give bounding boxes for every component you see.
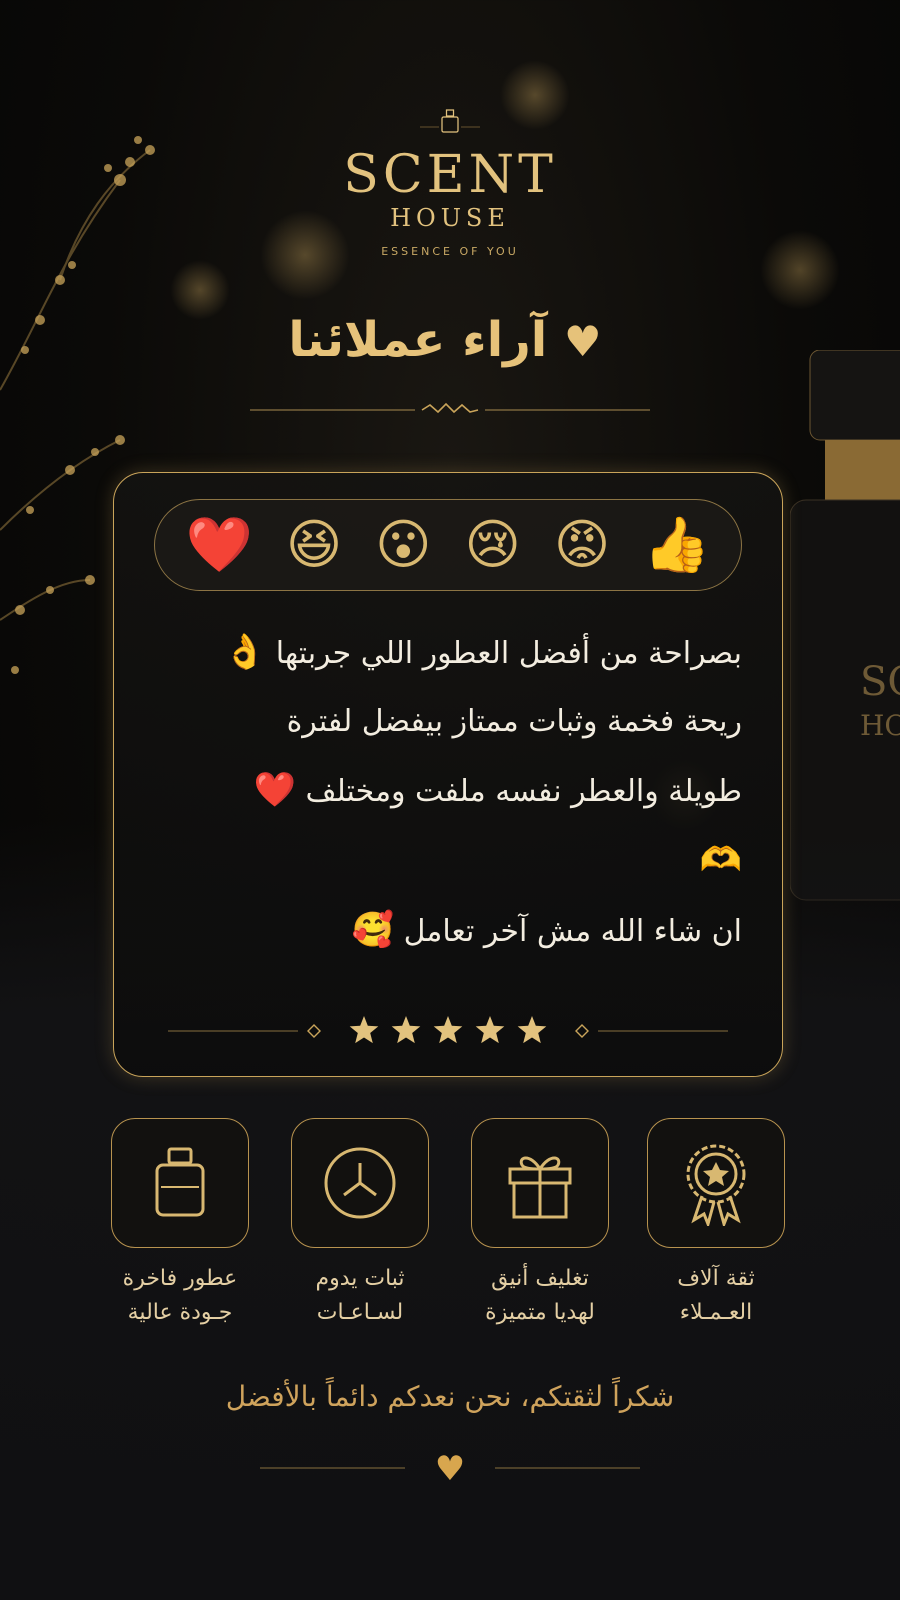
laugh-reaction-icon[interactable]: 😆	[286, 515, 342, 575]
review-line: 🫶	[154, 826, 742, 896]
brand-name: SCENT	[343, 145, 557, 205]
bokeh-light	[170, 260, 230, 320]
perfume-bottle-icon	[420, 109, 480, 133]
feature-luxury-perfumes: عطور فاخرة جـودة عالية	[110, 1118, 250, 1330]
heart-icon: ♥	[563, 317, 602, 366]
heart-icon: ♥	[435, 1450, 465, 1486]
feature-title: عطور فاخرة	[122, 1266, 238, 1291]
heart-hands-icon: 🫶	[699, 840, 742, 880]
brand-subname: HOUSE	[390, 204, 510, 232]
award-badge-icon	[686, 1144, 746, 1226]
star-icon	[433, 1016, 463, 1044]
title-divider	[250, 402, 650, 414]
gift-box-icon	[508, 1156, 572, 1219]
feature-subtitle: جـودة عالية	[127, 1300, 233, 1325]
heart-icon: ❤️	[253, 770, 296, 810]
svg-text:SCENT: SCENT	[860, 659, 900, 705]
star-rating-svg	[168, 1016, 728, 1044]
angry-reaction-icon[interactable]: 😡	[554, 515, 610, 575]
review-line: ريحة فخمة وثبات ممتاز بيفضل لفترة	[154, 688, 742, 756]
svg-text:HOUSE: HOUSE	[860, 709, 900, 742]
feature-long-lasting: ثبات يدوم لسـاعـات	[290, 1118, 430, 1330]
feature-icon-box	[111, 1118, 249, 1248]
feature-customer-trust: ثقة آلاف العـمـلاء	[646, 1118, 786, 1330]
heart-reaction-icon[interactable]: ❤️	[186, 515, 253, 575]
feature-icon-box	[647, 1118, 785, 1248]
feature-title: ثقة آلاف	[677, 1266, 755, 1291]
sad-reaction-icon[interactable]: 😢	[465, 515, 521, 575]
ok-hand-icon: 👌	[223, 632, 267, 672]
smiling-hearts-icon: 🥰	[351, 910, 395, 950]
feature-icon-box	[471, 1118, 609, 1248]
footer-divider: ♥	[260, 1450, 640, 1486]
star-icon	[391, 1016, 421, 1044]
feature-subtitle: لهديا متميزة	[485, 1300, 595, 1325]
review-line-text: بصراحة من أفضل العطور اللي جربتها	[275, 636, 742, 671]
thumbs-up-reaction-icon[interactable]: 👍	[643, 515, 710, 575]
feature-title: تغليف أنيق	[491, 1266, 589, 1291]
brand-logo: SCENT HOUSE ESSENCE OF YOU	[0, 95, 900, 258]
brand-tagline: ESSENCE OF YOU	[381, 245, 519, 258]
star-rating	[114, 1011, 782, 1051]
feature-subtitle: العـمـلاء	[679, 1300, 753, 1325]
review-line: طويلة والعطر نفسه ملفت ومختلف ❤️	[154, 756, 742, 826]
review-line-text: ان شاء الله مش آخر تعامل	[403, 914, 742, 949]
wow-reaction-icon[interactable]: 😮	[375, 515, 431, 575]
review-text: بصراحة من أفضل العطور اللي جربتها 👌 ريحة…	[154, 618, 742, 966]
features-row: عطور فاخرة جـودة عالية ثبات يدوم لسـاعـا…	[110, 1118, 786, 1348]
review-card: ❤️ 😆 😮 😢 😡 👍 بصراحة من أفضل العطور اللي …	[113, 472, 783, 1077]
review-line-text: طويلة والعطر نفسه ملفت ومختلف	[305, 774, 742, 809]
diamond-ornament-icon	[575, 1024, 589, 1038]
page-title-text: آراء عملائنا	[288, 312, 548, 368]
perfume-bottle-icon	[155, 1147, 205, 1217]
diamond-ornament-icon	[307, 1024, 321, 1038]
reaction-bar: ❤️ 😆 😮 😢 😡 👍	[154, 499, 742, 591]
page-title: آراء عملائنا ♥	[288, 312, 611, 368]
page-title-row: آراء عملائنا ♥	[0, 312, 900, 368]
clock-icon	[324, 1147, 396, 1219]
star-icon	[517, 1016, 547, 1044]
star-icon	[475, 1016, 505, 1044]
review-line: ان شاء الله مش آخر تعامل 🥰	[154, 896, 742, 966]
star-icon	[349, 1016, 379, 1044]
review-line-text: ريحة فخمة وثبات ممتاز بيفضل لفترة	[286, 704, 742, 739]
thank-you-message: شكراً لثقتكم، نحن نعدكم دائماً بالأفضل	[225, 1380, 675, 1413]
feature-elegant-packaging: تغليف أنيق لهديا متميزة	[470, 1118, 610, 1330]
feature-subtitle: لسـاعـات	[316, 1300, 404, 1325]
feature-title: ثبات يدوم	[315, 1266, 405, 1291]
feature-icon-box	[291, 1118, 429, 1248]
review-line: بصراحة من أفضل العطور اللي جربتها 👌	[154, 618, 742, 688]
